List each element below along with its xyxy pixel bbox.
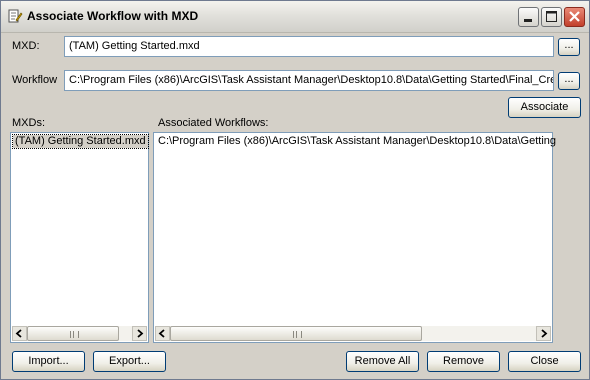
scroll-right-button[interactable] <box>536 326 551 341</box>
maximize-button[interactable] <box>541 7 562 27</box>
mxd-label: MXD: <box>12 40 40 52</box>
workflows-list-label: Associated Workflows: <box>158 117 269 129</box>
import-button[interactable]: Import... <box>12 351 85 372</box>
document-tool-icon <box>7 8 23 24</box>
scroll-left-button[interactable] <box>155 326 170 341</box>
scroll-thumb[interactable] <box>170 326 422 341</box>
list-item[interactable]: C:\Program Files (x86)\ArcGIS\Task Assis… <box>156 135 558 148</box>
dialog-window: Associate Workflow with MXD MXD: (TAM) G… <box>0 0 590 380</box>
export-button[interactable]: Export... <box>93 351 166 372</box>
workflow-field[interactable]: C:\Program Files (x86)\ArcGIS\Task Assis… <box>64 70 554 91</box>
workflows-listbox[interactable]: C:\Program Files (x86)\ArcGIS\Task Assis… <box>153 132 556 343</box>
window-title: Associate Workflow with MXD <box>27 9 199 23</box>
maximize-icon <box>546 11 557 22</box>
list-item[interactable]: (TAM) Getting Started.mxd <box>12 134 149 149</box>
workflow-browse-button[interactable]: ... <box>558 72 580 90</box>
chevron-right-icon <box>137 329 144 338</box>
workflows-horizontal-scrollbar[interactable] <box>155 326 551 341</box>
chevron-left-icon <box>158 329 165 338</box>
minimize-icon <box>524 19 532 22</box>
chevron-left-icon <box>15 329 22 338</box>
remove-all-button[interactable]: Remove All <box>346 351 419 372</box>
remove-button[interactable]: Remove <box>427 351 500 372</box>
chevron-right-icon <box>541 329 548 338</box>
workflow-label: Workflow <box>12 74 58 86</box>
mxd-field[interactable]: (TAM) Getting Started.mxd <box>64 36 554 57</box>
mxds-list-label: MXDs: <box>12 117 45 129</box>
mxd-browse-button[interactable]: ... <box>558 38 580 56</box>
title-bar[interactable]: Associate Workflow with MXD <box>1 1 589 33</box>
close-button[interactable]: Close <box>508 351 581 372</box>
mxds-listbox[interactable]: (TAM) Getting Started.mxd <box>10 132 149 343</box>
scroll-thumb[interactable] <box>27 326 119 341</box>
minimize-button[interactable] <box>518 7 539 27</box>
associate-button[interactable]: Associate <box>508 97 581 118</box>
scroll-left-button[interactable] <box>12 326 27 341</box>
scroll-right-button[interactable] <box>132 326 147 341</box>
close-icon <box>569 11 580 22</box>
mxds-horizontal-scrollbar[interactable] <box>12 326 147 341</box>
close-window-button[interactable] <box>564 7 585 27</box>
